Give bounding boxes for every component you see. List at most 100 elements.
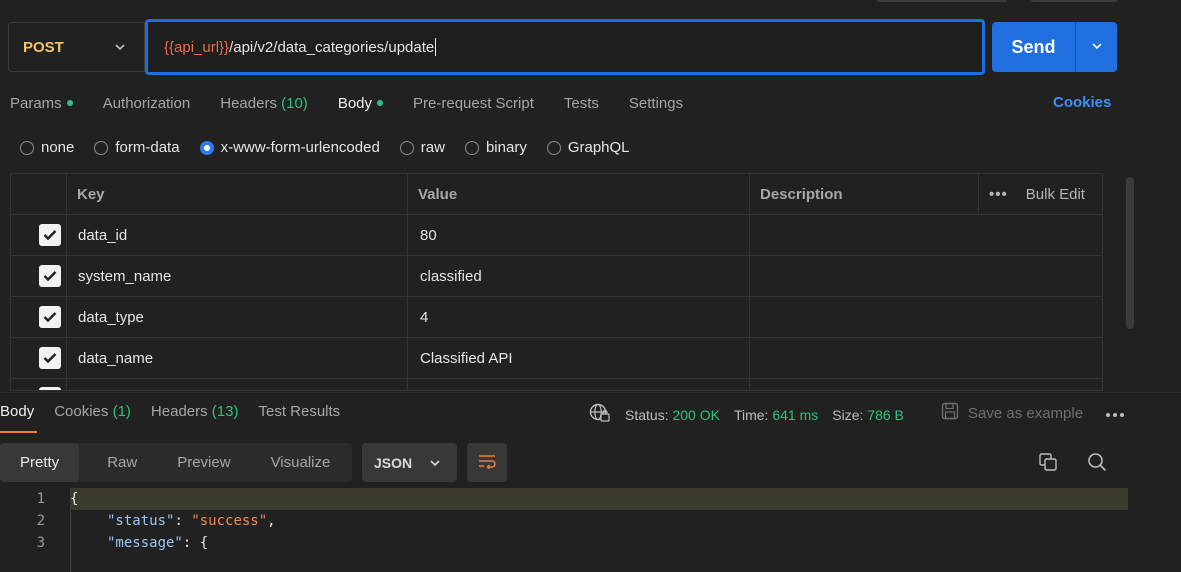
json-key: "message" [107,535,183,551]
size-indicator[interactable]: Size: 786 B [832,407,904,423]
response-tab-body[interactable]: Body [0,403,34,420]
json-sep: : [174,513,192,529]
tab-label: Settings [628,94,684,112]
view-preview[interactable]: Preview [157,443,250,482]
method-select[interactable]: POST [8,22,145,72]
active-tab-underline [0,431,37,433]
status-value: 200 OK [672,406,720,423]
radio-circle [546,140,561,155]
checkmark-icon [39,306,61,328]
more-options-icon[interactable]: ••• [989,186,1008,203]
row-checkbox[interactable] [29,379,61,390]
copy-icon[interactable] [1038,452,1058,476]
json-key: "status" [107,513,175,529]
code-line: 2 "status": "success", [0,510,1128,532]
radio-label: binary [485,139,527,156]
wrap-lines-button[interactable] [467,443,507,482]
tab-label: Pre-request Script [413,94,534,112]
row-checkbox[interactable] [29,256,61,296]
view-pretty[interactable]: Pretty [0,443,80,482]
tab-label: Body [337,94,373,112]
view-raw[interactable]: Raw [79,443,157,482]
status-dot [377,100,384,106]
line-number: 2 [36,513,45,529]
time-indicator[interactable]: Time: 641 ms [734,407,818,423]
row-value[interactable]: classified [410,256,482,296]
tab-label: Body [0,403,35,420]
text-caret [435,38,437,56]
size-value: 786 B [867,406,904,423]
tab-label: Headers [220,94,277,112]
table-row: system_name classified [11,256,1102,297]
tab-count: (10) [281,94,308,112]
code-line: 3 "message": { [0,532,1128,554]
format-select[interactable]: JSON [362,443,457,482]
wrap-icon [477,453,497,473]
tab-body[interactable]: Body [337,94,384,112]
url-variable: {{api_url}} [164,38,230,56]
chevron-down-icon [429,456,441,472]
row-value[interactable]: Classified API [410,338,513,378]
status-indicator[interactable]: Status: 200 OK [625,407,720,423]
header-key: Key [77,185,105,203]
radio-binary[interactable]: binary [464,139,527,156]
row-key[interactable]: data_type [68,297,144,337]
view-visualize[interactable]: Visualize [251,443,351,482]
send-options-button[interactable] [1076,22,1117,72]
response-tab-cookies[interactable]: Cookies (1) [54,403,131,420]
tab-count: (1) [112,403,131,420]
send-button[interactable]: Send [992,22,1076,72]
tab-pre-request-script[interactable]: Pre-request Script [413,95,534,112]
bulk-edit-link[interactable]: Bulk Edit [1026,186,1085,203]
row-key[interactable]: data_name [68,338,153,378]
tab-tests[interactable]: Tests [564,95,599,112]
save-as-example-button[interactable]: Save as example [941,402,1083,424]
checkbox-icon [39,387,61,390]
url-input[interactable]: {{api_url}}/api/v2/data_categories/updat… [145,19,985,75]
table-row: data_id 80 [11,215,1102,256]
more-options-icon[interactable] [1105,406,1125,423]
globe-icon[interactable] [589,403,611,426]
save-as-example-label: Save as example [968,404,1084,422]
tab-params[interactable]: Params [10,95,73,112]
json-punct: { [199,535,209,551]
checkmark-icon [39,224,61,246]
row-key[interactable]: data_id [68,215,127,255]
time-label: Time: [733,406,769,423]
row-key[interactable]: system_name [68,256,171,296]
radio-form-data[interactable]: form-data [94,139,180,156]
checkmark-icon [39,265,61,287]
row-value[interactable]: 4 [410,297,428,337]
save-icon [941,402,959,424]
radio-label: none [41,139,75,156]
row-checkbox[interactable] [29,297,61,337]
cookies-link[interactable]: Cookies [1053,94,1111,111]
table-row: data_type 4 [11,297,1102,338]
radio-none[interactable]: none [20,139,74,156]
code-text: "status": "success", [107,513,276,529]
header-description: Description [760,185,843,203]
table-header: Key Value Description ••• Bulk Edit [11,174,1102,215]
row-checkbox[interactable] [29,338,61,378]
checkmark-icon [39,347,61,369]
response-tab-headers[interactable]: Headers (13) [151,403,239,420]
response-code-view[interactable]: 1 { 2 "status": "success", 3 "message": … [0,488,1128,572]
send-button-group: Send [992,22,1117,72]
radio-label: x-www-form-urlencoded [220,139,380,156]
row-checkbox[interactable] [29,215,61,255]
search-icon[interactable] [1087,452,1107,476]
tab-headers[interactable]: Headers (10) [220,95,308,112]
row-value[interactable]: 80 [410,215,437,255]
response-tab-test-results[interactable]: Test Results [258,403,340,420]
chevron-down-icon [114,40,126,57]
radio-graphql[interactable]: GraphQL [546,139,630,156]
response-status: Status: 200 OK Time: 641 ms Size: 786 B [589,403,918,426]
table-scrollbar[interactable] [1126,177,1134,329]
radio-x-www-form-urlencoded[interactable]: x-www-form-urlencoded [199,139,380,156]
line-number: 3 [36,535,45,551]
tab-settings[interactable]: Settings [629,95,683,112]
format-label: JSON [374,454,413,471]
radio-raw[interactable]: raw [399,139,445,156]
body-type-radios: none form-data x-www-form-urlencoded raw… [20,139,650,156]
tab-authorization[interactable]: Authorization [103,95,191,112]
